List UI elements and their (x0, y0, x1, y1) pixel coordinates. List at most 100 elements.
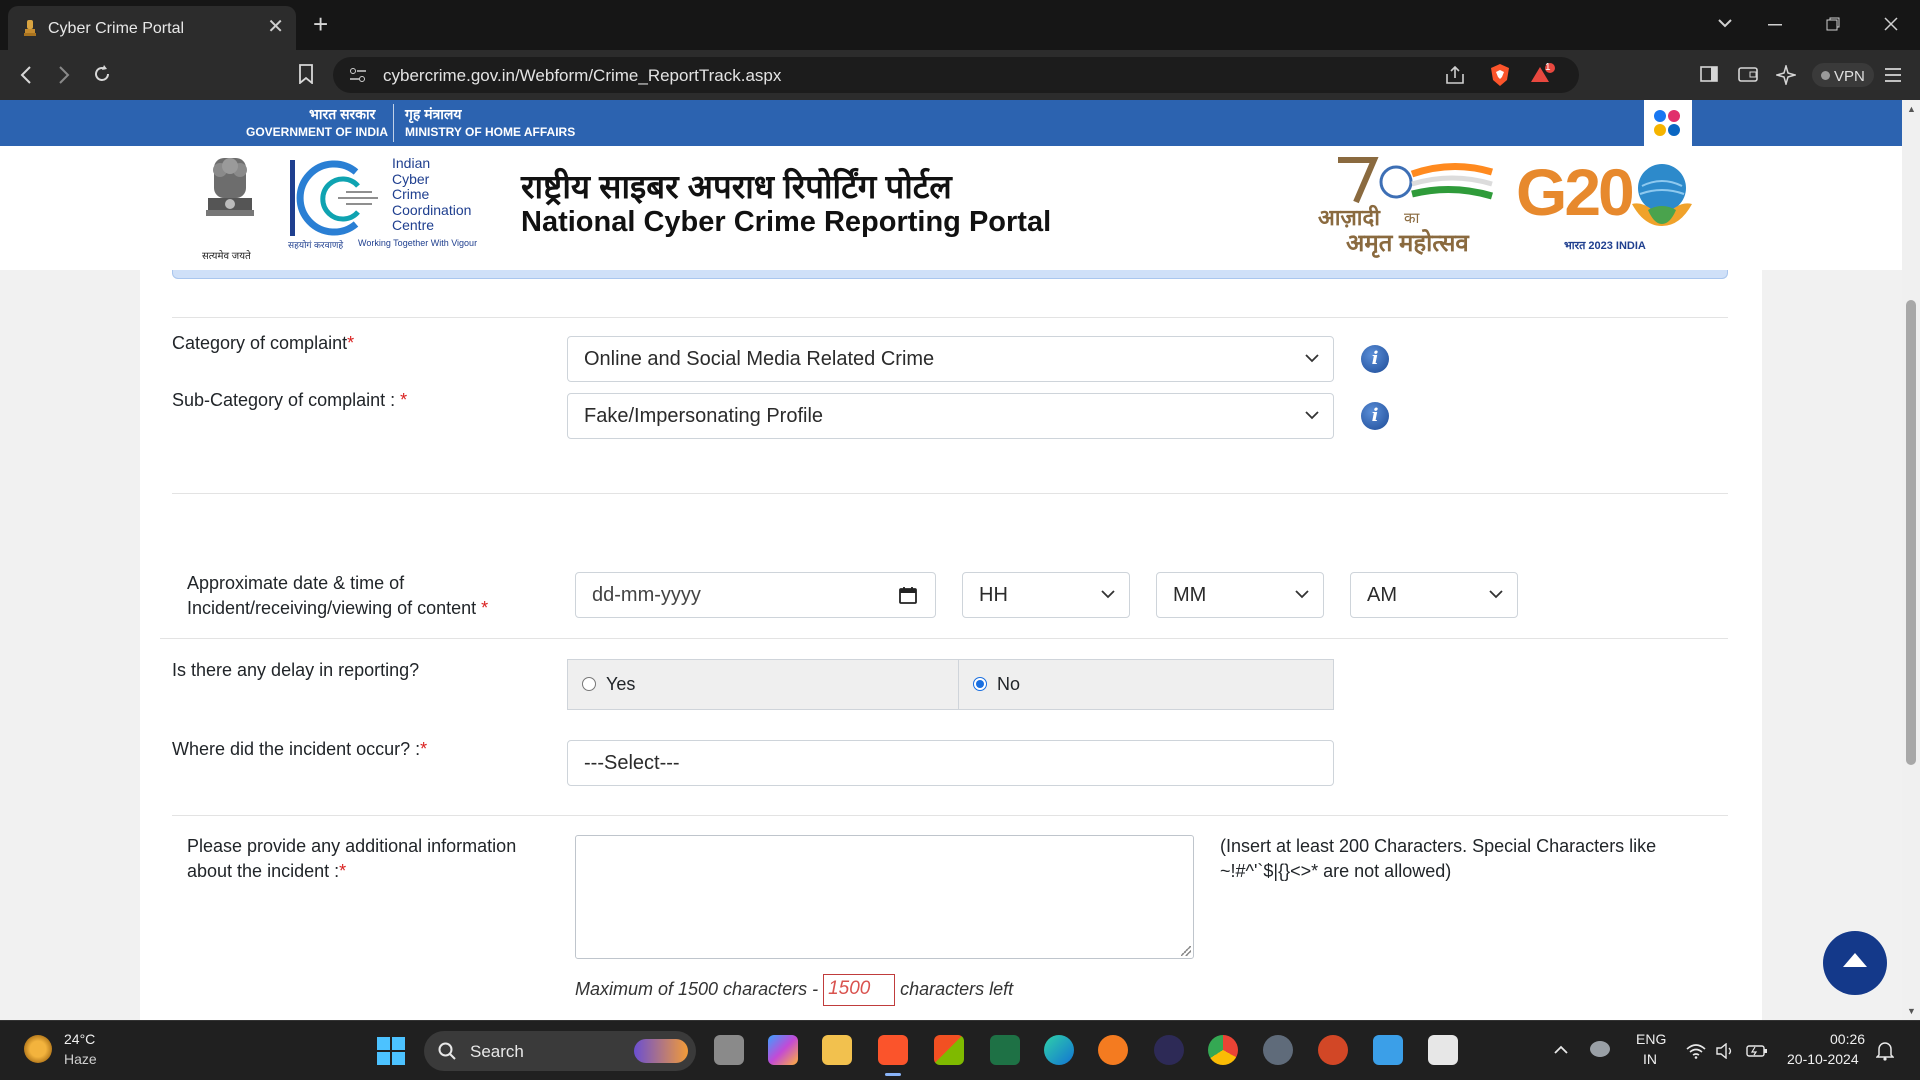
category-label: Category of complaint* (172, 333, 355, 353)
required-mark: * (400, 390, 408, 410)
language-line-2[interactable]: IN (1643, 1051, 1657, 1067)
notepad-icon[interactable] (1373, 1035, 1403, 1065)
vpn-button[interactable]: VPN (1812, 63, 1874, 87)
vpn-status-icon (1821, 71, 1830, 80)
sidebar-icon[interactable] (1700, 66, 1718, 82)
characters-left-count: 1500 (823, 974, 896, 1006)
close-window-icon[interactable] (1884, 17, 1898, 31)
reload-icon[interactable] (92, 64, 112, 84)
bookmark-icon[interactable] (298, 64, 314, 84)
linkedin-icon[interactable] (1668, 124, 1680, 136)
browser-tab[interactable]: Cyber Crime Portal ✕ (8, 6, 296, 50)
calendar-icon[interactable] (899, 586, 917, 604)
back-icon[interactable] (20, 66, 32, 84)
scroll-thumb[interactable] (1906, 300, 1916, 765)
copilot-icon[interactable] (768, 1035, 798, 1065)
leo-ai-icon[interactable] (1776, 65, 1796, 85)
vpn-label: VPN (1834, 68, 1865, 85)
task-view-icon[interactable] (714, 1035, 744, 1065)
category-select[interactable]: Online and Social Media Related Crime (567, 336, 1334, 382)
category-info-icon[interactable]: i (1361, 345, 1389, 373)
weather-icon[interactable] (24, 1035, 52, 1063)
delay-no-option[interactable]: No (958, 659, 1334, 710)
temperature[interactable]: 24°C (64, 1031, 95, 1047)
clock-time[interactable]: 00:26 (1830, 1031, 1865, 1047)
hour-value: HH (979, 584, 1008, 606)
instagram-icon[interactable] (1668, 110, 1680, 122)
g20-logo: G20 भारत 2023 INDIA (1516, 154, 1700, 258)
national-emblem-icon (206, 158, 254, 216)
subcategory-info-icon[interactable]: i (1361, 402, 1389, 430)
delay-yes-option[interactable]: Yes (567, 659, 959, 710)
wifi-icon[interactable] (1686, 1043, 1706, 1059)
facebook-icon[interactable] (1654, 110, 1666, 122)
url-text[interactable]: cybercrime.gov.in/Webform/Crime_ReportTr… (383, 66, 781, 86)
date-placeholder: dd-mm-yyyy (592, 584, 701, 606)
subcategory-select[interactable]: Fake/Impersonating Profile (567, 393, 1334, 439)
resize-grip-icon[interactable] (1181, 946, 1191, 956)
koo-icon[interactable] (1654, 124, 1666, 136)
location-select[interactable]: ---Select--- (567, 740, 1334, 786)
microsoft-store-icon[interactable] (934, 1035, 964, 1065)
language-line-1[interactable]: ENG (1636, 1031, 1666, 1047)
brave-shields-icon[interactable] (1489, 63, 1511, 87)
eclipse-icon[interactable] (1154, 1035, 1184, 1065)
weather-condition[interactable]: Haze (64, 1051, 97, 1067)
minimize-icon[interactable] (1768, 24, 1782, 26)
volume-icon[interactable] (1716, 1043, 1736, 1059)
jupyter-icon[interactable] (1098, 1035, 1128, 1065)
delay-yes-label: Yes (606, 674, 636, 694)
chevron-down-icon (1305, 411, 1319, 420)
category-value: Online and Social Media Related Crime (584, 348, 935, 370)
taskbar-search[interactable]: Search (424, 1031, 696, 1071)
share-icon[interactable] (1445, 66, 1465, 84)
form-top-strip (172, 270, 1728, 279)
search-label: Search (470, 1042, 524, 1061)
brave-rewards-icon[interactable] (1530, 63, 1556, 85)
minute-select[interactable]: MM (1156, 572, 1324, 618)
delay-no-radio[interactable] (973, 677, 987, 691)
windows-taskbar: 24°C Haze Search ENG IN 00:26 20-10-2024 (0, 1020, 1920, 1080)
windows-start-icon[interactable] (377, 1037, 405, 1065)
excel-icon[interactable] (990, 1035, 1020, 1065)
scroll-down-arrow-icon[interactable]: ▼ (1907, 1006, 1916, 1016)
tab-close-icon[interactable]: ✕ (267, 16, 284, 38)
scroll-to-top-button[interactable] (1823, 931, 1887, 995)
wallet-icon[interactable] (1738, 66, 1758, 82)
menu-icon[interactable] (1884, 68, 1902, 82)
new-tab-button[interactable]: + (313, 9, 328, 39)
chrome-icon[interactable] (1208, 1035, 1238, 1065)
battery-icon[interactable] (1746, 1043, 1768, 1059)
edge-icon[interactable] (1044, 1035, 1074, 1065)
government-bar: भारत सरकार GOVERNMENT OF INDIA गृह मंत्र… (0, 100, 1902, 146)
tab-search-chevron-icon[interactable] (1718, 18, 1732, 28)
settings-gear-icon[interactable] (1263, 1035, 1293, 1065)
powerpoint-icon[interactable] (1318, 1035, 1348, 1065)
incident-description-textarea[interactable] (575, 835, 1194, 959)
emblem-caption: सत्यमेव जयते (202, 251, 251, 262)
portal-header: सत्यमेव जयते Indian Cyber Crime Coordina… (0, 146, 1902, 270)
search-highlight-icon (634, 1039, 688, 1063)
scroll-up-arrow-icon[interactable]: ▲ (1907, 104, 1916, 114)
address-bar[interactable]: cybercrime.gov.in/Webform/Crime_ReportTr… (333, 57, 1579, 93)
delay-yes-radio[interactable] (582, 677, 596, 691)
page-scrollbar[interactable]: ▲ ▼ (1902, 100, 1920, 1020)
date-input[interactable]: dd-mm-yyyy (575, 572, 936, 618)
clock-date[interactable]: 20-10-2024 (1787, 1051, 1859, 1067)
brave-browser-icon[interactable] (878, 1035, 908, 1065)
character-counter: Maximum of 1500 characters - 1500 charac… (575, 974, 1013, 1006)
divider (160, 638, 1728, 639)
site-settings-icon[interactable] (349, 67, 367, 83)
show-hidden-icons-chevron-icon[interactable] (1554, 1045, 1568, 1055)
hour-select[interactable]: HH (962, 572, 1130, 618)
search-icon (438, 1042, 456, 1060)
subcategory-value: Fake/Impersonating Profile (584, 405, 824, 427)
notification-bell-icon[interactable] (1876, 1041, 1894, 1061)
forward-icon[interactable] (58, 66, 70, 84)
i4c-tagline-english: Working Together With Vigour (358, 238, 478, 248)
file-explorer-icon[interactable] (822, 1035, 852, 1065)
ampm-select[interactable]: AM (1350, 572, 1518, 618)
snipping-tool-icon[interactable] (1428, 1035, 1458, 1065)
restore-icon[interactable] (1826, 17, 1840, 31)
onedrive-icon[interactable] (1590, 1041, 1610, 1057)
